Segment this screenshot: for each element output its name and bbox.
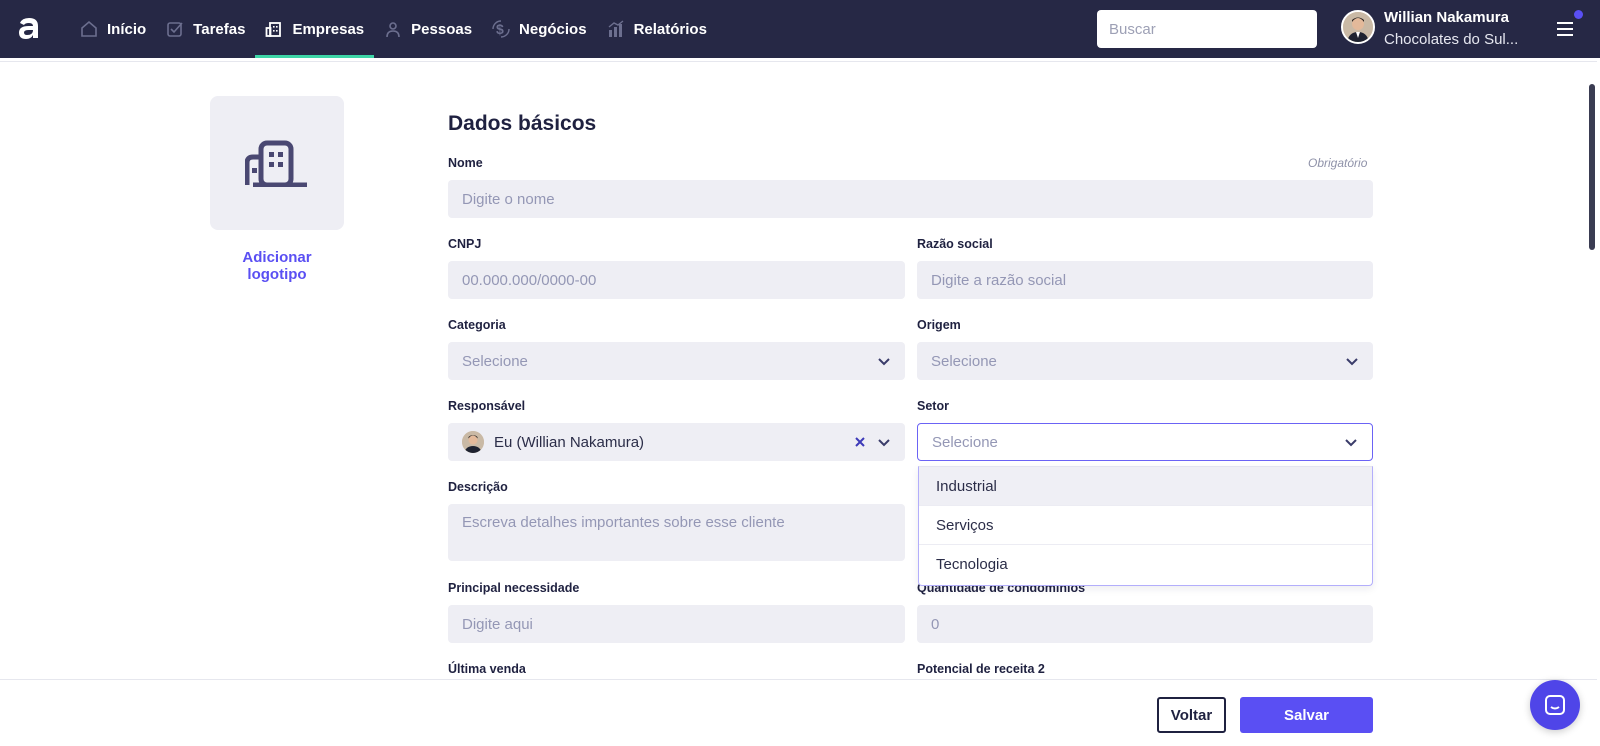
user-company[interactable]: Chocolates do Sul... — [1384, 31, 1518, 48]
setor-label: Setor — [917, 399, 949, 413]
top-navbar: Início Tarefas Empresas Pessoas $ Negóci… — [0, 0, 1600, 58]
nav-relatorios[interactable]: Relatórios — [597, 0, 717, 58]
avatar — [462, 431, 484, 453]
search-box[interactable] — [1097, 10, 1317, 48]
hamburger-menu-icon[interactable] — [1555, 18, 1577, 40]
nav-label: Tarefas — [193, 20, 246, 38]
user-avatar[interactable] — [1341, 10, 1375, 44]
nome-placeholder: Digite o nome — [462, 190, 555, 208]
cnpj-placeholder: 00.000.000/0000-00 — [462, 271, 597, 289]
building-icon — [265, 20, 283, 38]
dollar-icon: $ — [492, 20, 510, 38]
app-logo[interactable] — [16, 14, 42, 42]
descricao-placeholder: Escreva detalhes importantes sobre esse … — [462, 514, 785, 531]
chat-button[interactable] — [1530, 680, 1580, 730]
scrollbar[interactable] — [1589, 84, 1595, 250]
person-icon — [384, 20, 402, 38]
necessidade-label: Principal necessidade — [448, 581, 580, 595]
razao-social-input[interactable]: Digite a razão social — [917, 261, 1373, 299]
nav-empresas[interactable]: Empresas — [255, 0, 374, 58]
section-title: Dados básicos — [448, 112, 597, 135]
nav-inicio[interactable]: Início — [70, 0, 156, 58]
responsavel-select[interactable]: Eu (Willian Nakamura) — [448, 423, 905, 461]
setor-value: Selecione — [932, 433, 998, 451]
condominios-value: 0 — [931, 615, 940, 633]
search-input[interactable] — [1109, 20, 1308, 38]
nome-label: Nome — [448, 156, 483, 170]
option-servicos[interactable]: Serviços — [919, 506, 1372, 545]
company-logo-placeholder[interactable] — [210, 96, 344, 230]
categoria-label: Categoria — [448, 318, 506, 332]
responsavel-value: Eu (Willian Nakamura) — [494, 433, 645, 451]
potencial-label: Potencial de receita 2 — [917, 662, 1045, 676]
origem-value: Selecione — [931, 352, 997, 370]
cnpj-input[interactable]: 00.000.000/0000-00 — [448, 261, 905, 299]
back-button[interactable]: Voltar — [1157, 697, 1226, 733]
building-icon — [245, 140, 307, 187]
nome-input[interactable]: Digite o nome — [448, 180, 1373, 218]
origem-label: Origem — [917, 318, 961, 332]
origem-select[interactable]: Selecione — [917, 342, 1373, 380]
required-note: Obrigatório — [1308, 156, 1368, 170]
descricao-label: Descrição — [448, 480, 508, 494]
descricao-textarea[interactable]: Escreva detalhes importantes sobre esse … — [448, 504, 905, 561]
chevron-down-icon — [878, 358, 890, 366]
chat-icon — [1545, 695, 1565, 715]
razao-label: Razão social — [917, 237, 993, 251]
responsavel-label: Responsável — [448, 399, 526, 413]
home-icon — [80, 20, 98, 38]
option-industrial[interactable]: Industrial — [919, 467, 1372, 506]
condominios-input[interactable]: 0 — [917, 605, 1373, 643]
add-logo-link[interactable]: Adicionar logotipo — [212, 249, 342, 283]
notification-dot — [1574, 10, 1583, 19]
nav-label: Negócios — [519, 20, 587, 38]
necessidade-input[interactable]: Digite aqui — [448, 605, 905, 643]
nav-label: Empresas — [292, 20, 365, 38]
nav-label: Pessoas — [411, 20, 473, 38]
chart-icon — [607, 20, 625, 38]
necessidade-placeholder: Digite aqui — [462, 615, 533, 633]
ultima-venda-label: Última venda — [448, 662, 526, 676]
user-name[interactable]: Willian Nakamura — [1384, 9, 1509, 26]
nav-label: Início — [107, 20, 147, 38]
nav-tarefas[interactable]: Tarefas — [156, 0, 255, 58]
clear-icon[interactable] — [853, 435, 867, 449]
save-button[interactable]: Salvar — [1240, 697, 1373, 733]
svg-text:$: $ — [496, 21, 504, 37]
categoria-value: Selecione — [462, 352, 528, 370]
setor-select[interactable]: Selecione — [917, 423, 1373, 461]
nav-pessoas[interactable]: Pessoas — [374, 0, 482, 58]
divider — [0, 61, 1597, 62]
categoria-select[interactable]: Selecione — [448, 342, 905, 380]
chevron-down-icon — [1346, 358, 1358, 366]
nav-label: Relatórios — [633, 20, 707, 38]
chevron-down-icon — [878, 439, 890, 447]
check-square-icon — [166, 20, 184, 38]
chevron-down-icon — [1345, 439, 1357, 447]
razao-placeholder: Digite a razão social — [931, 271, 1067, 289]
nav-negocios[interactable]: $ Negócios — [482, 0, 597, 58]
cnpj-label: CNPJ — [448, 237, 482, 251]
option-tecnologia[interactable]: Tecnologia — [919, 545, 1372, 584]
setor-dropdown: Industrial Serviços Tecnologia — [918, 466, 1373, 586]
main-nav: Início Tarefas Empresas Pessoas $ Negóci… — [70, 0, 717, 58]
